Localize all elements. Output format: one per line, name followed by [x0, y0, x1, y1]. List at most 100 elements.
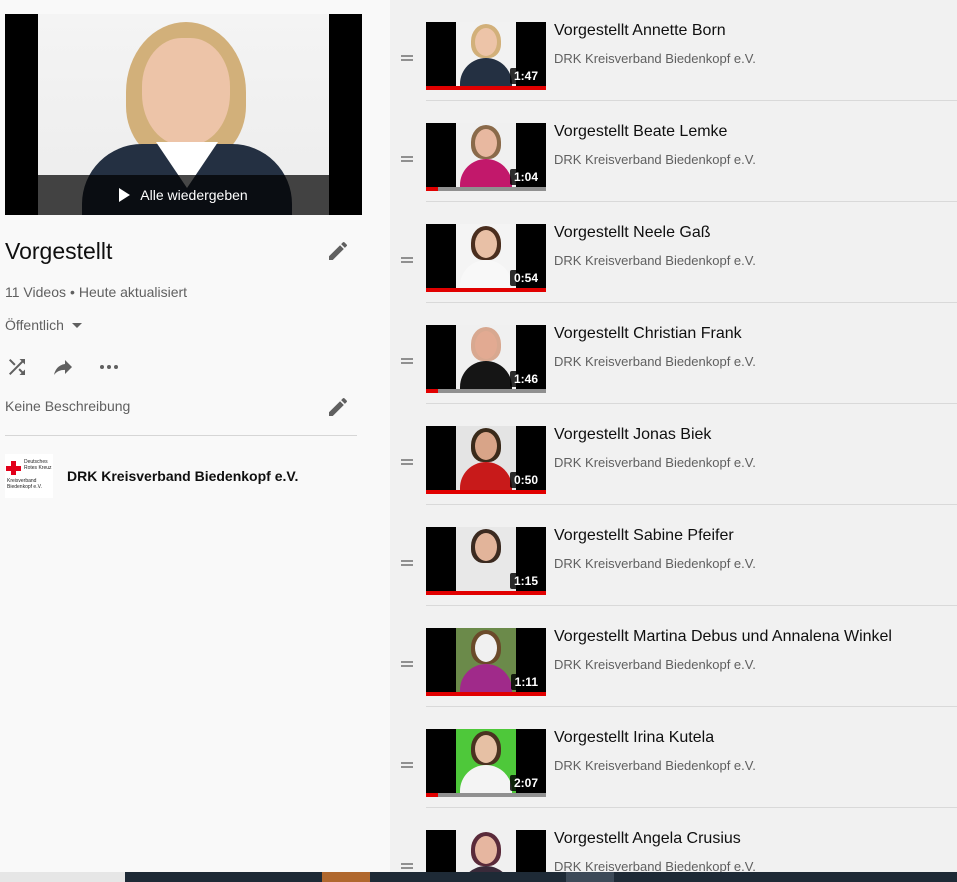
more-icon — [100, 365, 118, 369]
stats-separator: • — [69, 284, 75, 300]
video-title[interactable]: Vorgestellt Angela Crusius — [554, 830, 741, 848]
pencil-icon — [329, 241, 348, 260]
drag-handle-icon[interactable] — [401, 257, 413, 263]
watch-progress-bar — [426, 793, 546, 797]
playlist-stats: 11 Videos • Heute aktualisiert — [5, 284, 187, 300]
playlist-title: Vorgestellt — [5, 238, 113, 264]
share-icon — [54, 360, 72, 375]
video-thumbnail[interactable]: 1:47 — [426, 22, 546, 90]
thumbnail-image — [456, 325, 516, 389]
thumbnail-image — [456, 22, 516, 86]
logo-text-top: Deutsches Rotes Kreuz — [24, 459, 52, 471]
playlist-item[interactable]: 1:15 Vorgestellt Sabine Pfeifer DRK Kreisv… — [390, 505, 957, 606]
drag-handle-icon[interactable] — [401, 762, 413, 768]
playlist-item[interactable]: 0:50 Vorgestellt Jonas Biek DRK Kreisverba… — [390, 404, 957, 505]
playlist-item[interactable]: 2:07 Vorgestellt Irina Kutela DRK Kreisver… — [390, 707, 957, 808]
edit-description-button[interactable] — [326, 395, 350, 419]
video-title[interactable]: Vorgestellt Neele Gaß — [554, 224, 711, 242]
video-channel[interactable]: DRK Kreisverband Biedenkopf e.V. — [554, 152, 756, 167]
video-thumbnail[interactable]: 1:15 — [426, 527, 546, 595]
edit-title-button[interactable] — [326, 239, 350, 263]
playlist-thumbnail[interactable]: Alle wiedergeben — [5, 14, 362, 215]
drag-handle-icon[interactable] — [401, 661, 413, 667]
thumbnail-image — [456, 224, 516, 288]
shuffle-icon — [9, 359, 25, 375]
video-thumbnail[interactable]: 1:04 — [426, 123, 546, 191]
playlist-item[interactable]: 1:04 Vorgestellt Beate Lemke DRK Kreisverb… — [390, 101, 957, 202]
video-channel[interactable]: DRK Kreisverband Biedenkopf e.V. — [554, 354, 756, 369]
drag-handle-icon[interactable] — [401, 560, 413, 566]
owner-name: DRK Kreisverband Biedenkopf e.V. — [67, 468, 299, 484]
playlist-item[interactable]: Vorgestellt Angela Crusius DRK Kreisverba… — [390, 808, 957, 872]
drag-handle-icon[interactable] — [401, 156, 413, 162]
drag-handle-icon[interactable] — [401, 55, 413, 61]
playlist-item[interactable]: 0:54 Vorgestellt Neele Gaß DRK Kreisverban… — [390, 202, 957, 303]
thumbnail-image — [456, 628, 516, 692]
video-title[interactable]: Vorgestellt Annette Born — [554, 22, 726, 40]
video-thumbnail[interactable]: 1:11 — [426, 628, 546, 696]
playlist-owner[interactable]: Deutsches Rotes Kreuz Kreisverband Biede… — [5, 454, 298, 498]
playlist-sidebar: Alle wiedergeben Vorgestellt 11 Videos •… — [0, 0, 390, 882]
video-title[interactable]: Vorgestellt Jonas Biek — [554, 426, 711, 444]
duration-badge: 1:04 — [509, 169, 542, 185]
drag-handle-icon[interactable] — [401, 358, 413, 364]
video-thumbnail[interactable]: 0:50 — [426, 426, 546, 494]
play-all-button[interactable]: Alle wiedergeben — [38, 175, 329, 215]
thumbnail-image — [456, 527, 516, 591]
video-channel[interactable]: DRK Kreisverband Biedenkopf e.V. — [554, 657, 756, 672]
duration-badge: 0:54 — [509, 270, 542, 286]
watch-progress-bar — [426, 591, 546, 595]
playlist-video-list: 1:47 Vorgestellt Annette Born DRK Kreisver… — [390, 0, 957, 872]
more-options-button[interactable] — [97, 355, 121, 379]
duration-badge: 1:11 — [510, 674, 542, 690]
watch-progress-bar — [426, 288, 546, 292]
video-channel[interactable]: DRK Kreisverband Biedenkopf e.V. — [554, 51, 756, 66]
share-button[interactable] — [51, 355, 75, 379]
video-title[interactable]: Vorgestellt Christian Frank — [554, 325, 742, 343]
play-icon — [119, 188, 131, 202]
playlist-actions — [5, 355, 121, 379]
video-title[interactable]: Vorgestellt Beate Lemke — [554, 123, 727, 141]
duration-badge: 0:50 — [509, 472, 542, 488]
watch-progress-bar — [426, 86, 546, 90]
logo-text-bottom: Kreisverband Biedenkopf e.V. — [7, 478, 42, 490]
duration-badge: 1:47 — [509, 68, 542, 84]
updated-label: Heute aktualisiert — [78, 284, 188, 300]
privacy-label: Öffentlich — [5, 317, 64, 333]
watch-progress-bar — [426, 389, 546, 393]
video-channel[interactable]: DRK Kreisverband Biedenkopf e.V. — [554, 859, 756, 872]
video-channel[interactable]: DRK Kreisverband Biedenkopf e.V. — [554, 758, 756, 773]
video-thumbnail[interactable] — [426, 830, 546, 872]
duration-badge: 1:15 — [509, 573, 542, 589]
video-title[interactable]: Vorgestellt Martina Debus und Annalena W… — [554, 628, 892, 646]
playlist-item[interactable]: 1:47 Vorgestellt Annette Born DRK Kreisver… — [390, 0, 957, 101]
video-channel[interactable]: DRK Kreisverband Biedenkopf e.V. — [554, 253, 756, 268]
thumbnail-image — [456, 426, 516, 490]
watch-progress-bar — [426, 187, 546, 191]
video-title[interactable]: Vorgestellt Sabine Pfeifer — [554, 527, 734, 545]
pencil-icon — [329, 397, 348, 416]
video-channel[interactable]: DRK Kreisverband Biedenkopf e.V. — [554, 455, 756, 470]
play-all-label: Alle wiedergeben — [140, 187, 248, 203]
drag-handle-icon[interactable] — [401, 863, 413, 869]
video-thumbnail[interactable]: 0:54 — [426, 224, 546, 292]
divider — [5, 435, 357, 436]
taskbar — [0, 872, 957, 882]
playlist-item[interactable]: 1:11 Vorgestellt Martina Debus und Annale… — [390, 606, 957, 707]
video-title[interactable]: Vorgestellt Irina Kutela — [554, 729, 714, 747]
video-count: 11 Videos — [5, 284, 66, 300]
video-channel[interactable]: DRK Kreisverband Biedenkopf e.V. — [554, 556, 756, 571]
playlist-item[interactable]: 1:46 Vorgestellt Christian Frank DRK Kreis… — [390, 303, 957, 404]
thumbnail-image — [456, 830, 516, 872]
thumbnail-image — [456, 123, 516, 187]
video-thumbnail[interactable]: 2:07 — [426, 729, 546, 797]
privacy-dropdown[interactable]: Öffentlich — [5, 317, 82, 333]
thumbnail-image — [456, 729, 516, 793]
caret-down-icon — [71, 322, 82, 328]
watch-progress-bar — [426, 490, 546, 494]
watch-progress-bar — [426, 692, 546, 696]
video-thumbnail[interactable]: 1:46 — [426, 325, 546, 393]
drag-handle-icon[interactable] — [401, 459, 413, 465]
shuffle-button[interactable] — [5, 355, 29, 379]
playlist-description: Keine Beschreibung — [5, 398, 131, 414]
